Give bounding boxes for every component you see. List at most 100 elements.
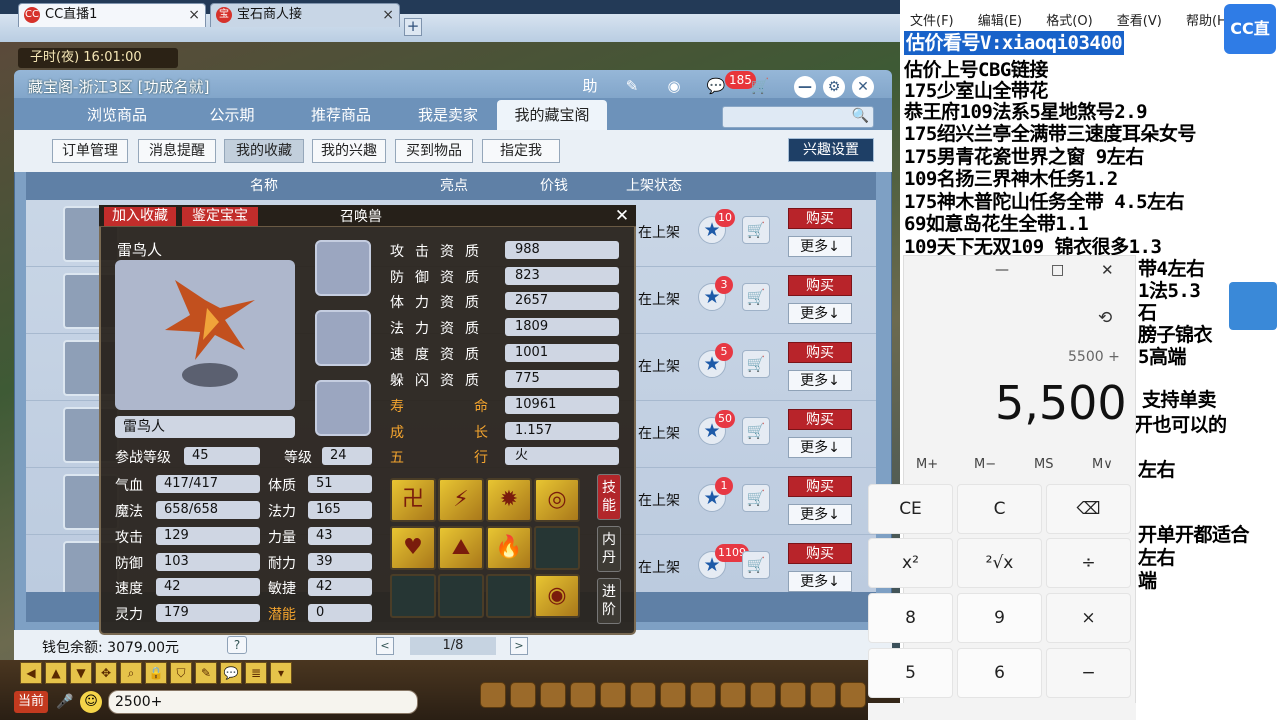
buy-button[interactable]: 购买 [788, 409, 852, 430]
more-button[interactable]: 更多↓ [788, 370, 852, 391]
arrow-left-icon[interactable]: ◀ [20, 662, 42, 684]
shop-icon[interactable] [750, 682, 776, 708]
memory-subtract-button[interactable]: M− [974, 457, 996, 472]
square-button[interactable]: x² [868, 538, 953, 588]
tab-recommended[interactable]: 推荐商品 [282, 100, 400, 130]
chat-channel-button[interactable]: 当前 [14, 691, 48, 713]
more-button[interactable]: 更多↓ [788, 236, 852, 257]
backspace-button[interactable]: ⌫ [1046, 484, 1131, 534]
bell-icon[interactable] [690, 682, 716, 708]
help-question-button[interactable]: ? [227, 636, 247, 654]
menu-edit[interactable]: 编辑(E) [978, 14, 1022, 29]
settings-gear-icon[interactable]: ⚙ [823, 76, 845, 98]
pet-icon[interactable] [540, 682, 566, 708]
clear-button[interactable]: C [957, 484, 1042, 534]
tab-browse[interactable]: 浏览商品 [52, 100, 182, 130]
minus-button[interactable]: − [1046, 648, 1131, 698]
calculator-maximize-button[interactable]: □ [1051, 262, 1064, 278]
skill-icon[interactable]: 🔥 [486, 526, 532, 570]
inner-core-side-tab[interactable]: 内丹 [597, 526, 621, 572]
search-input[interactable]: 🔍 [722, 106, 874, 128]
tab-my-pavilion[interactable]: 我的藏宝阁 [497, 100, 607, 130]
star-icon[interactable]: ★ 5 [698, 343, 733, 378]
team-icon[interactable] [570, 682, 596, 708]
cart-icon[interactable]: 🛒 [742, 216, 770, 244]
browser-tab-gem-merchant[interactable]: 宝 宝石商人接 × [210, 3, 400, 27]
clear-entry-button[interactable]: CE [868, 484, 953, 534]
skill-icon[interactable]: ◎ [534, 478, 580, 522]
face-icon[interactable] [780, 682, 806, 708]
star-icon[interactable]: ★ 10 [698, 209, 735, 244]
skill-icon[interactable]: ✹ [486, 478, 532, 522]
skill-icon[interactable]: ♥ [390, 526, 436, 570]
dropdown-icon[interactable]: ▾ [270, 662, 292, 684]
buy-button[interactable]: 购买 [788, 342, 852, 363]
subtab-orders[interactable]: 订单管理 [52, 139, 128, 163]
prev-page-button[interactable]: < [376, 637, 394, 655]
lock-icon[interactable]: 🔒 [145, 662, 167, 684]
interest-settings-button[interactable]: 兴趣设置 [788, 138, 874, 162]
chat-input[interactable]: 2500+ [108, 690, 418, 714]
emoji-icon[interactable]: ☺ [80, 691, 102, 713]
next-page-button[interactable]: > [510, 637, 528, 655]
appraise-pet-button[interactable]: 鉴定宝宝 [182, 207, 258, 226]
history-icon[interactable]: ⟲ [1098, 308, 1112, 328]
skill-icon[interactable]: ⚡ [438, 478, 484, 522]
search-icon[interactable]: ⌕ [120, 662, 142, 684]
divide-button[interactable]: ÷ [1046, 538, 1131, 588]
minimize-button[interactable]: — [794, 76, 816, 98]
cart-icon[interactable]: 🛒 [742, 551, 770, 579]
digit-9-button[interactable]: 9 [957, 593, 1042, 643]
advance-side-tab[interactable]: 进阶 [597, 578, 621, 624]
star-icon[interactable]: ★ 50 [698, 410, 735, 445]
bag-icon[interactable] [510, 682, 536, 708]
cart-icon[interactable]: 🛒 [742, 484, 770, 512]
shield-icon[interactable]: ⛉ [170, 662, 192, 684]
more-button[interactable]: 更多↓ [788, 571, 852, 592]
add-favorite-button[interactable]: 加入收藏 [104, 207, 176, 226]
tab-seller[interactable]: 我是卖家 [400, 100, 496, 130]
memory-view-button[interactable]: M∨ [1092, 457, 1113, 472]
close-icon[interactable]: × [382, 4, 394, 26]
record-icon[interactable]: ◉ [662, 75, 686, 97]
brush-icon[interactable]: ✎ [195, 662, 217, 684]
more-button[interactable]: 更多↓ [788, 437, 852, 458]
sqrt-button[interactable]: ²√x [957, 538, 1042, 588]
browser-tab-cc-live[interactable]: CC CC直播1 × [18, 3, 206, 27]
equipment-slot-collar[interactable] [315, 240, 371, 296]
skill-icon[interactable]: 卍 [390, 478, 436, 522]
sword-icon[interactable] [480, 682, 506, 708]
more-button[interactable]: 更多↓ [788, 504, 852, 525]
buy-button[interactable]: 购买 [788, 275, 852, 296]
star-icon[interactable]: ★ 1109 [698, 544, 749, 579]
arrow-down-icon[interactable]: ▼ [70, 662, 92, 684]
star-icon[interactable]: ★ 3 [698, 276, 733, 311]
skill-icon[interactable]: ◉ [534, 574, 580, 618]
new-tab-button[interactable]: + [404, 18, 422, 36]
list-icon[interactable]: ≣ [245, 662, 267, 684]
subtab-interests[interactable]: 我的兴趣 [312, 139, 386, 163]
menu-view[interactable]: 查看(V) [1117, 14, 1162, 29]
gift-icon[interactable] [660, 682, 686, 708]
help-button[interactable]: 助 [578, 75, 602, 97]
cart-icon[interactable]: 🛒 [742, 417, 770, 445]
more-button[interactable]: 更多↓ [788, 303, 852, 324]
side-widget-icon[interactable] [1229, 282, 1277, 330]
equipment-slot-armor[interactable] [315, 310, 371, 366]
system-icon[interactable] [840, 682, 866, 708]
search-icon[interactable]: 🔍 [852, 108, 869, 124]
menu-format[interactable]: 格式(O) [1046, 14, 1092, 29]
digit-5-button[interactable]: 5 [868, 648, 953, 698]
memory-store-button[interactable]: MS [1034, 457, 1053, 472]
calculator-close-button[interactable]: ✕ [1101, 261, 1114, 279]
cart-icon[interactable]: 🛒 [742, 350, 770, 378]
buy-button[interactable]: 购买 [788, 476, 852, 497]
friends-icon[interactable] [600, 682, 626, 708]
subtab-favorites[interactable]: 我的收藏 [224, 139, 304, 163]
map-icon[interactable] [720, 682, 746, 708]
star-icon[interactable]: ★ 1 [698, 477, 733, 512]
pin-icon[interactable]: ✎ [620, 75, 644, 97]
buy-button[interactable]: 购买 [788, 543, 852, 564]
digit-6-button[interactable]: 6 [957, 648, 1042, 698]
move-icon[interactable]: ✥ [95, 662, 117, 684]
